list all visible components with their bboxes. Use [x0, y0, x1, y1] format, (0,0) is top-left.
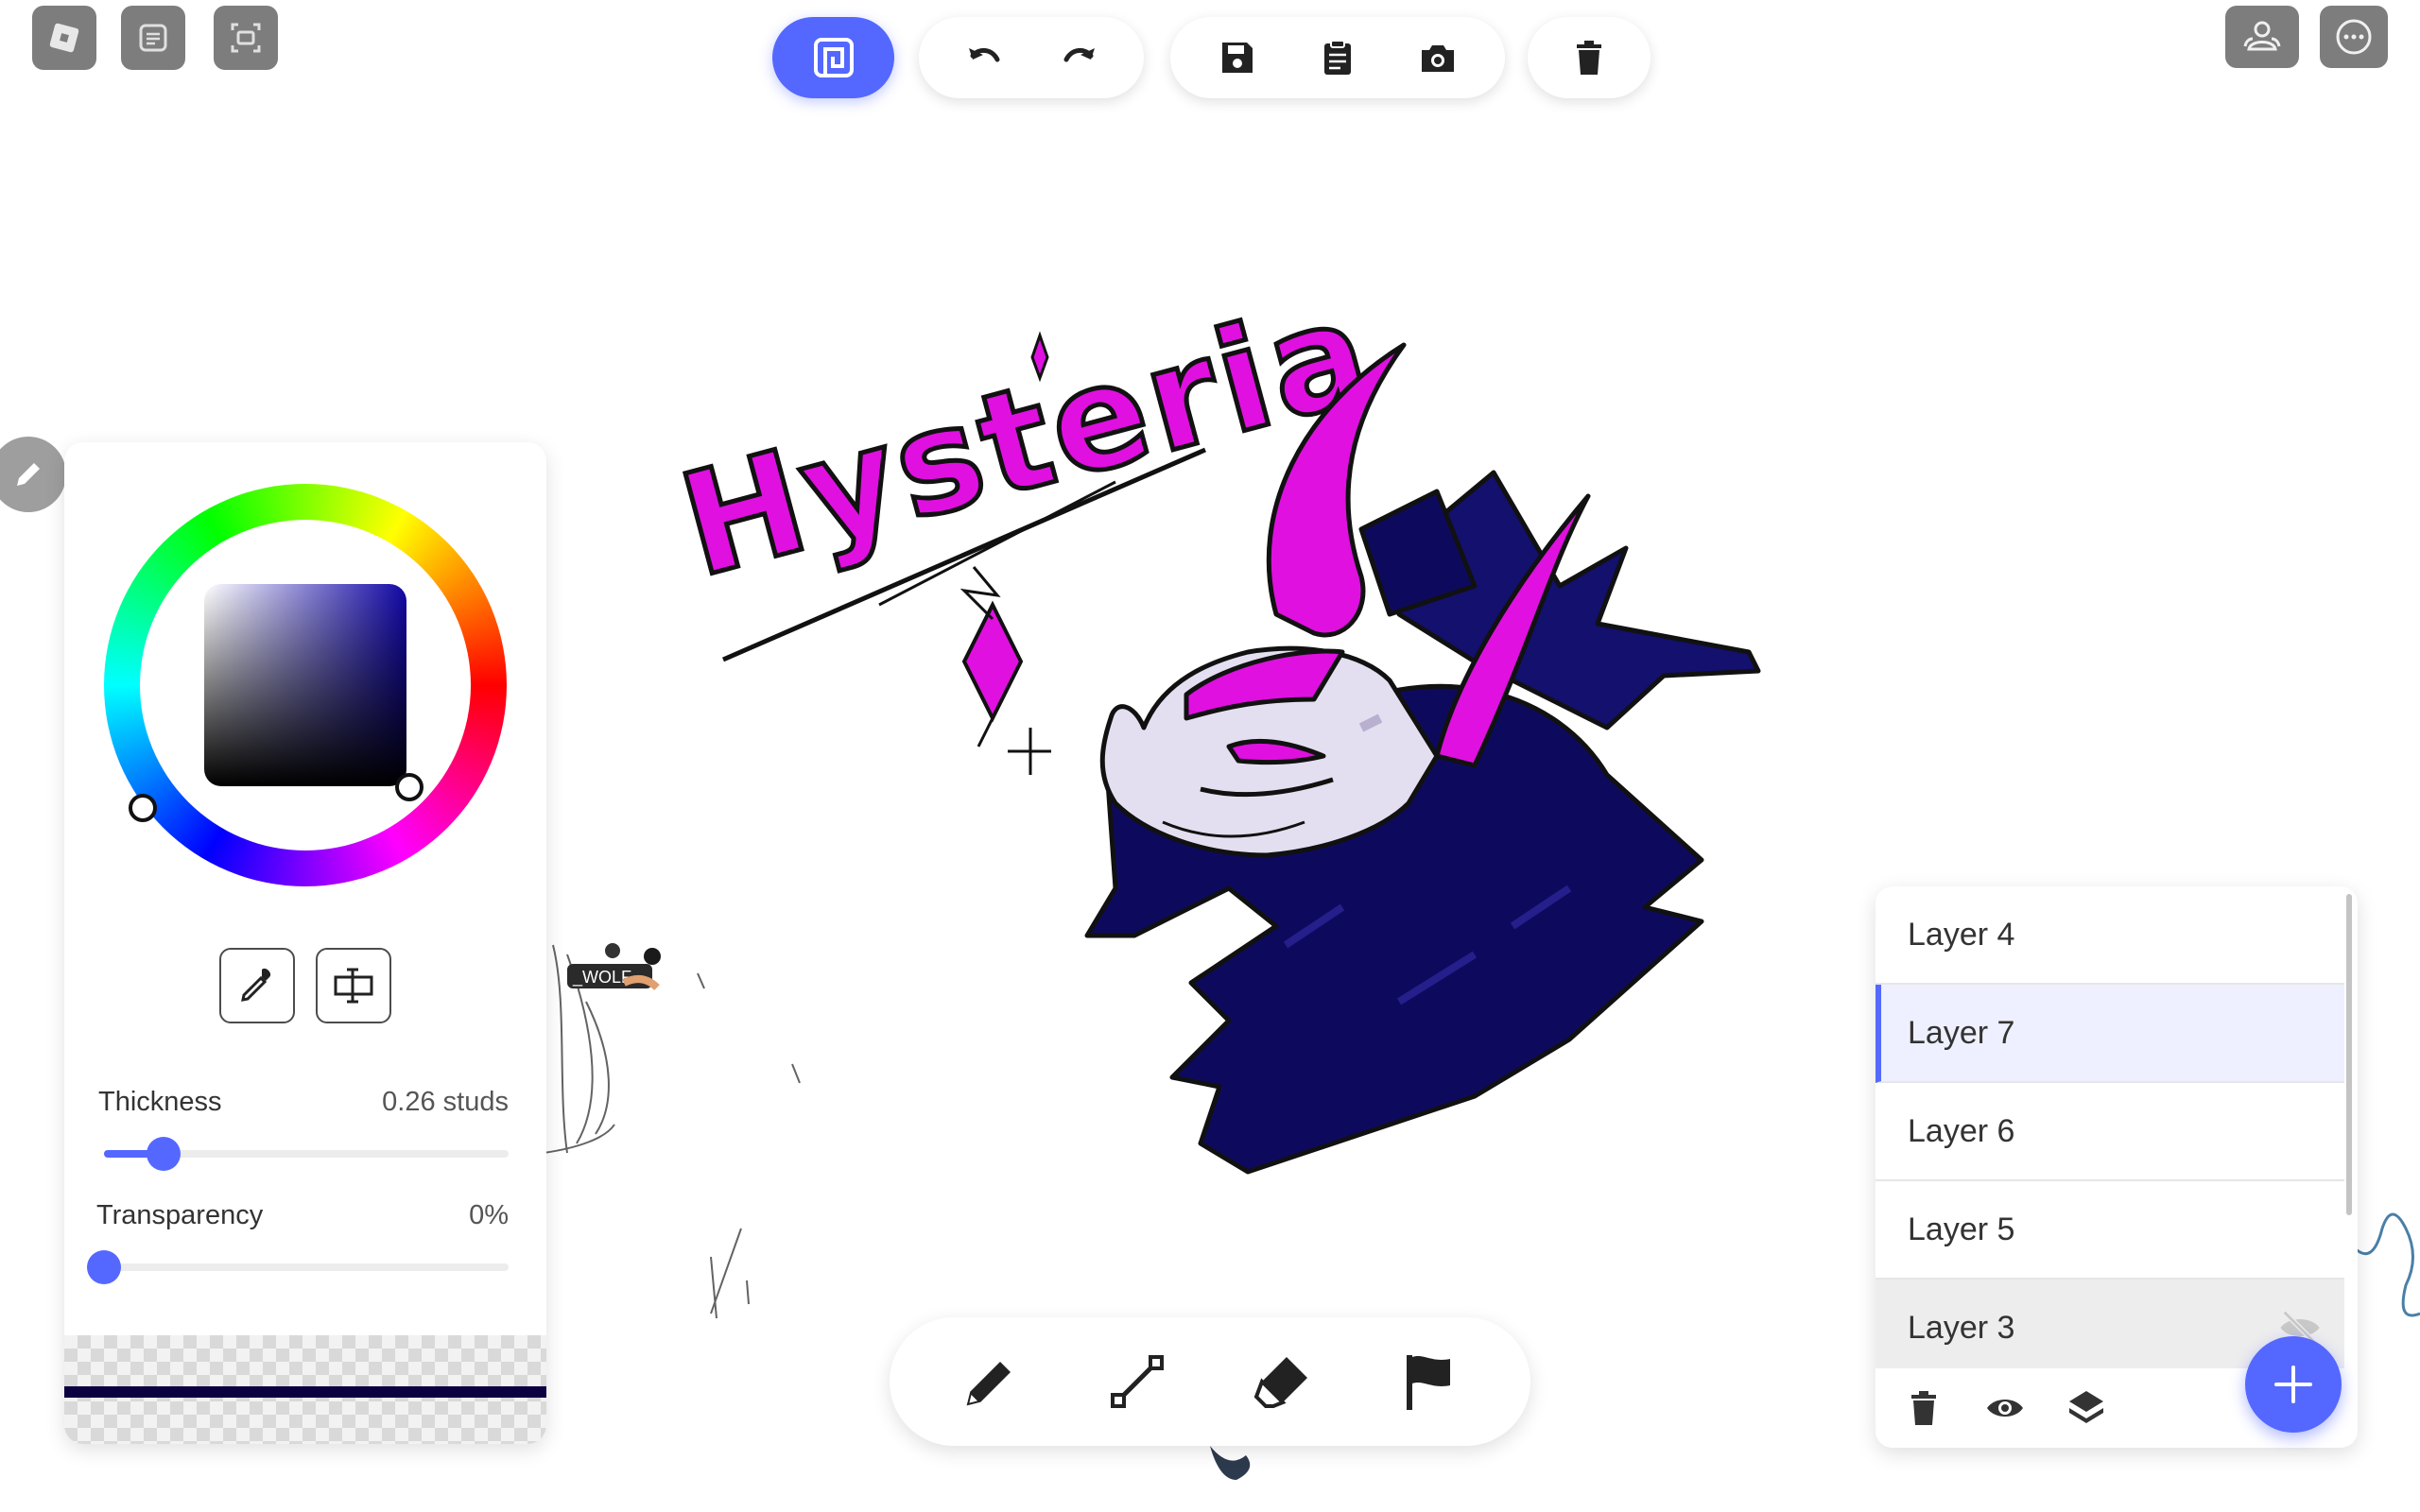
friends-icon	[2243, 21, 2281, 51]
player-tag-text: _WOLF	[572, 968, 631, 988]
layer-label: Layer 7	[1908, 1014, 2015, 1051]
delete-layer-icon	[1911, 1391, 1936, 1425]
layer-item[interactable]: Layer 5	[1876, 1181, 2344, 1280]
save-icon	[1222, 43, 1253, 73]
redo-icon	[1063, 48, 1095, 62]
layer-item[interactable]: Layer 4	[1876, 886, 2344, 985]
pencil-icon	[17, 463, 40, 486]
tool-bar	[890, 1317, 1530, 1446]
player-avatar: _WOLF	[567, 943, 661, 990]
clipboard-button[interactable]	[1300, 25, 1375, 91]
layers-scrollbar[interactable]	[2346, 894, 2352, 1215]
plus-icon	[2274, 1366, 2312, 1403]
chat-button[interactable]	[121, 6, 185, 70]
flag-tool-button[interactable]	[1382, 1334, 1477, 1429]
camera-button[interactable]	[1400, 25, 1476, 91]
drawing-app-button[interactable]	[772, 17, 894, 98]
undo-button[interactable]	[946, 25, 1022, 91]
delete-toolbar	[1528, 17, 1651, 98]
more-options-button[interactable]	[2320, 6, 2388, 68]
layer-label: Layer 6	[1908, 1112, 2015, 1149]
more-options-icon	[2336, 19, 2372, 55]
file-toolbar	[1170, 17, 1505, 98]
thickness-slider-thumb[interactable]	[146, 1137, 181, 1171]
add-layer-button[interactable]	[2245, 1336, 2342, 1433]
redo-button[interactable]	[1042, 25, 1117, 91]
pencil-icon	[966, 1362, 1011, 1406]
stroke-preview	[64, 1335, 546, 1444]
text-input-button[interactable]	[316, 948, 391, 1023]
drawing-app-icon	[813, 38, 854, 77]
trash-icon	[1577, 41, 1601, 75]
saturation-value-square[interactable]	[204, 584, 406, 786]
small-figure	[1210, 1446, 1251, 1480]
friends-button[interactable]	[2225, 6, 2299, 68]
layer-options-button[interactable]	[2059, 1381, 2114, 1435]
clipboard-icon	[1324, 40, 1351, 75]
layer-label: Layer 3	[1908, 1309, 2015, 1346]
layer-item[interactable]: Layer 6	[1876, 1083, 2344, 1181]
roblox-menu-button[interactable]	[32, 6, 96, 70]
undo-icon	[968, 48, 999, 62]
flag-icon	[1406, 1355, 1450, 1410]
sketch-lines	[543, 944, 801, 1319]
toggle-visibility-button[interactable]	[1978, 1381, 2032, 1435]
history-toolbar	[919, 17, 1144, 98]
save-button[interactable]	[1200, 25, 1275, 91]
eyedropper-button[interactable]	[219, 948, 295, 1023]
text-field-icon	[334, 968, 373, 1004]
transparency-value: 0%	[469, 1200, 509, 1230]
thickness-label: Thickness	[98, 1087, 222, 1117]
line-tool-button[interactable]	[1090, 1334, 1184, 1429]
hue-knob[interactable]	[129, 794, 157, 822]
color-wheel[interactable]	[104, 484, 507, 886]
clear-canvas-button[interactable]	[1551, 25, 1627, 91]
edge-scribble	[2352, 1212, 2420, 1317]
camera-icon	[1422, 45, 1454, 72]
layer-item-active[interactable]: Layer 7	[1876, 985, 2344, 1083]
eyedropper-icon	[241, 968, 271, 1002]
color-panel: Thickness 0.26 studs Transparency 0%	[64, 442, 546, 1444]
stroke-preview-line	[64, 1386, 546, 1398]
delete-layer-button[interactable]	[1896, 1381, 1951, 1435]
layers-icon	[2069, 1391, 2103, 1423]
roblox-logo-icon	[49, 23, 79, 53]
screen-capture-icon	[231, 23, 261, 53]
line-icon	[1110, 1355, 1164, 1408]
chat-icon	[139, 24, 167, 52]
transparency-label: Transparency	[96, 1200, 264, 1230]
screen-capture-button[interactable]	[214, 6, 278, 70]
eraser-icon	[1253, 1357, 1308, 1408]
eraser-tool-button[interactable]	[1236, 1334, 1330, 1429]
layer-label: Layer 5	[1908, 1211, 2015, 1247]
transparency-slider-thumb[interactable]	[87, 1250, 121, 1284]
thickness-value: 0.26 studs	[382, 1087, 509, 1117]
layer-label: Layer 4	[1908, 916, 2015, 953]
transparency-track[interactable]	[104, 1263, 509, 1271]
color-knob[interactable]	[395, 773, 424, 801]
visibility-icon	[1987, 1400, 2023, 1417]
pencil-tool-button[interactable]	[943, 1334, 1038, 1429]
